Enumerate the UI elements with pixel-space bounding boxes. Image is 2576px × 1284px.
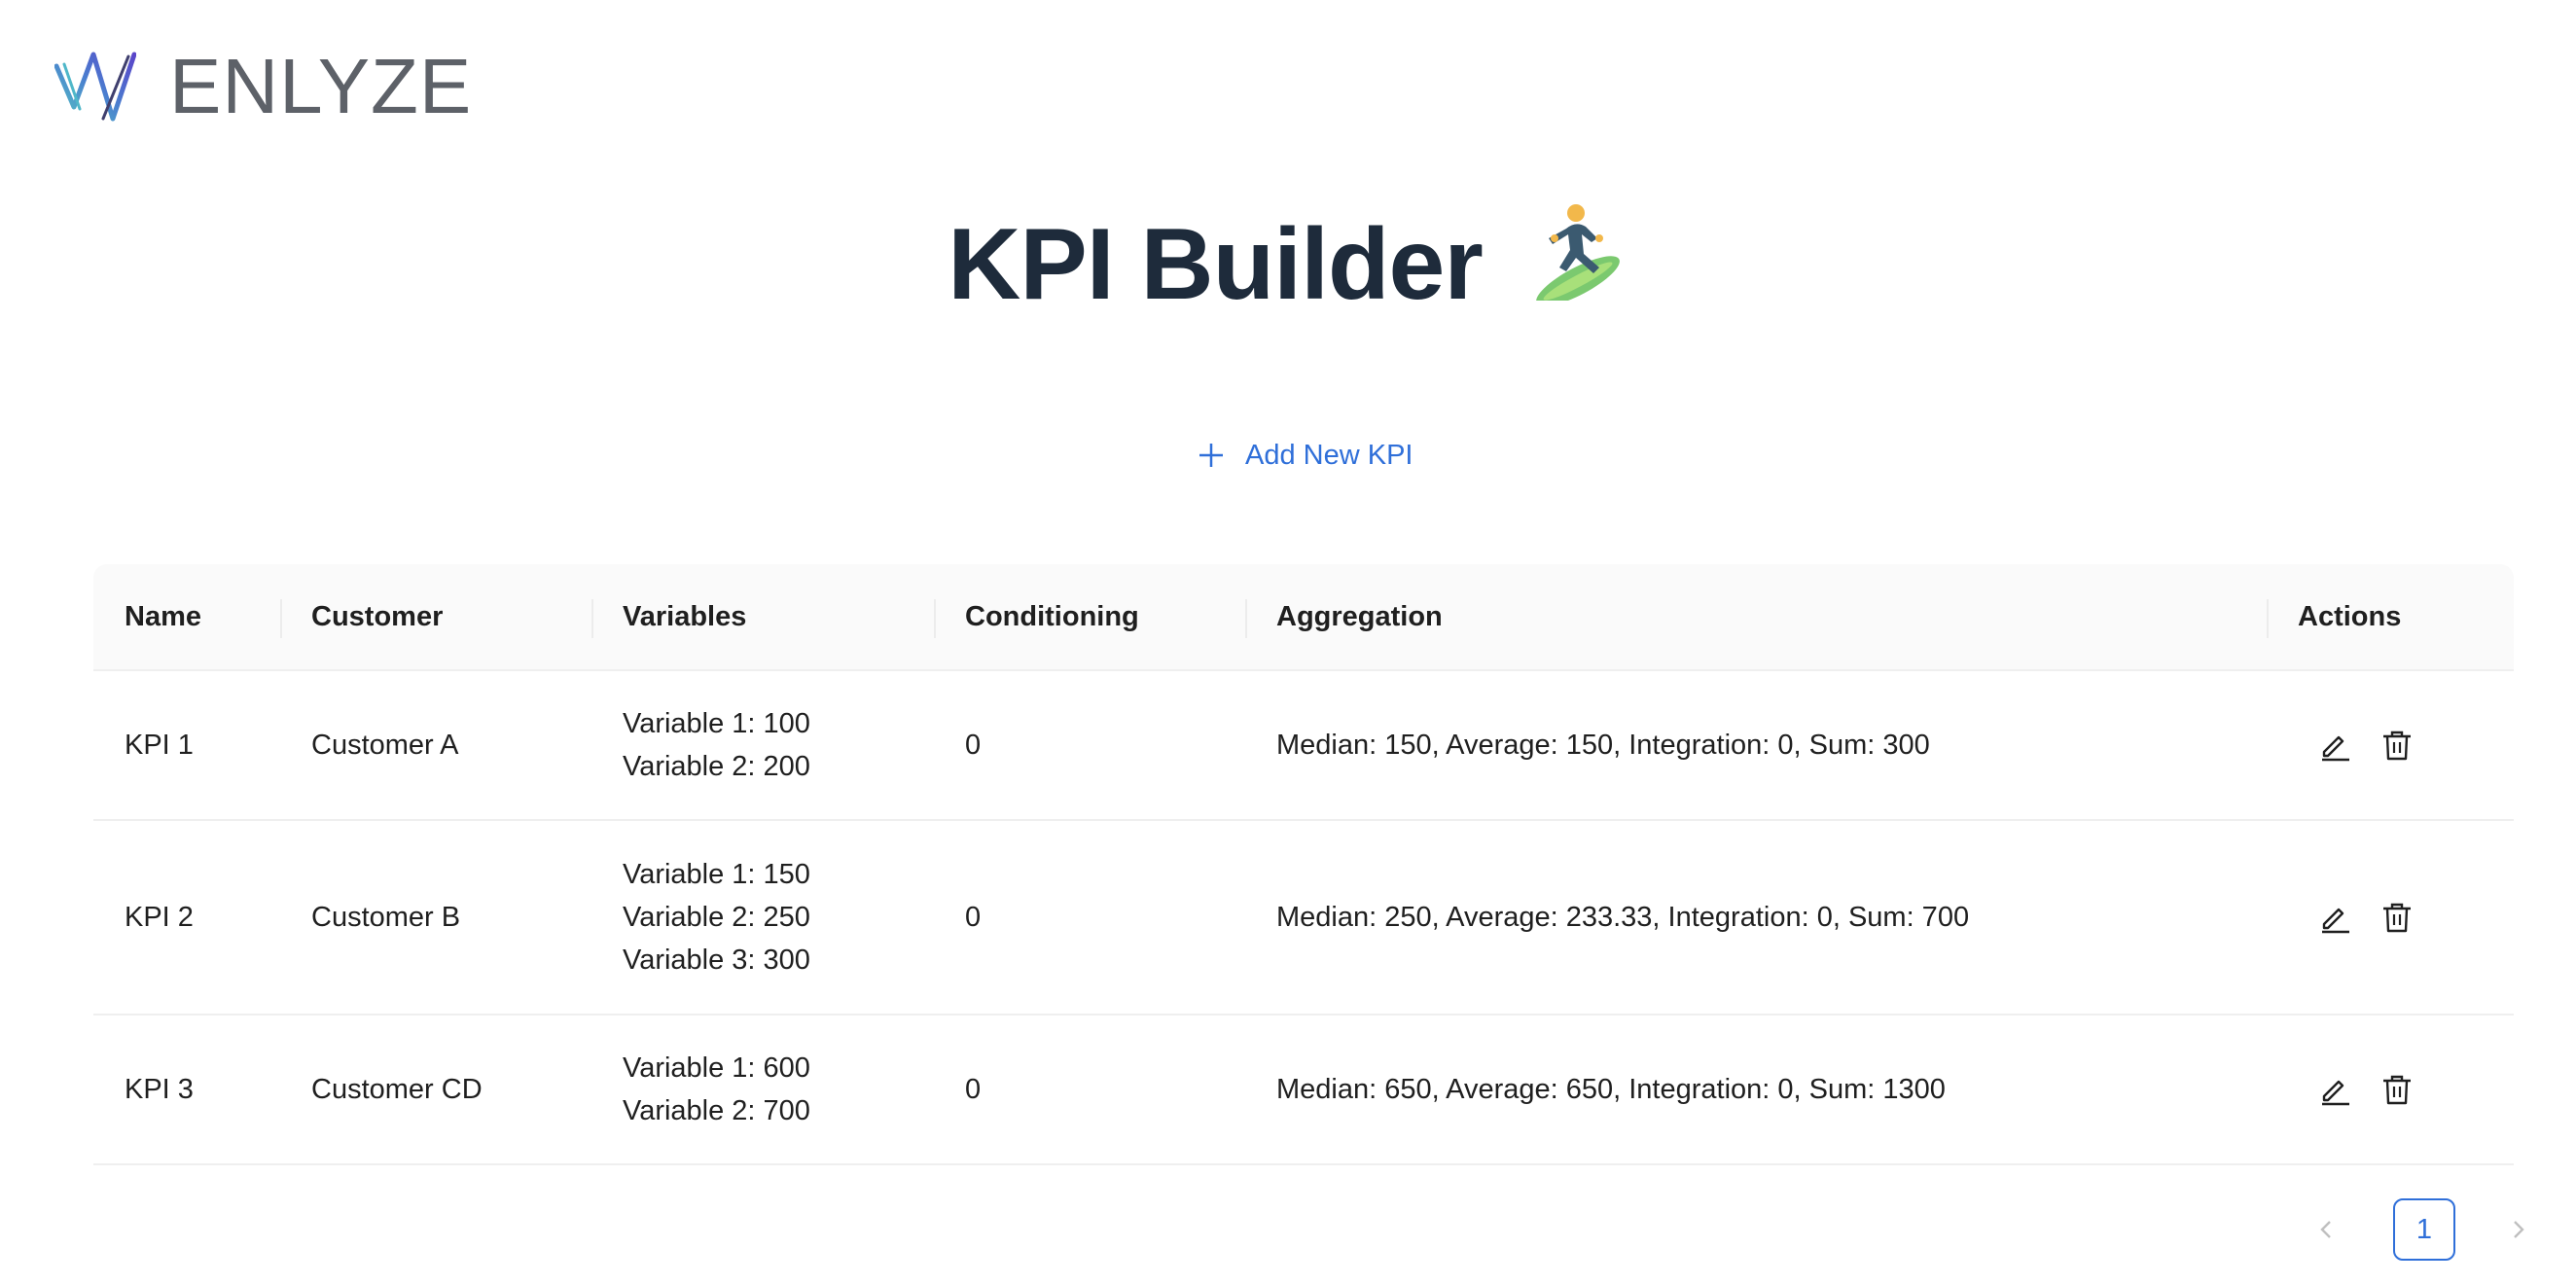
pencil-icon bbox=[2322, 735, 2349, 762]
table-row: KPI 3 Customer CD Variable 1: 600 Variab… bbox=[93, 1016, 2514, 1165]
trash-icon bbox=[2383, 1075, 2411, 1105]
next-page-button[interactable] bbox=[2487, 1198, 2549, 1261]
kpi-table: Name Customer Variables Conditioning Agg… bbox=[93, 564, 2514, 1165]
plus-icon bbox=[1199, 444, 1223, 467]
kpi-aggregation: Median: 150, Average: 150, Integration: … bbox=[1276, 730, 1930, 761]
pencil-icon bbox=[2322, 908, 2349, 934]
delete-button[interactable] bbox=[2376, 724, 2418, 767]
surfer-icon bbox=[1527, 199, 1628, 327]
kpi-name: KPI 1 bbox=[125, 730, 194, 761]
kpi-variables: Variable 1: 600 Variable 2: 700 bbox=[591, 1047, 934, 1132]
trash-icon bbox=[2383, 731, 2411, 761]
kpi-aggregation: Median: 250, Average: 233.33, Integratio… bbox=[1276, 902, 1970, 933]
page-title: KPI Builder bbox=[0, 204, 2576, 327]
table-row: KPI 2 Customer B Variable 1: 150 Variabl… bbox=[93, 821, 2514, 1016]
kpi-customer: Customer A bbox=[311, 730, 459, 761]
kpi-variables: Variable 1: 150 Variable 2: 250 Variable… bbox=[591, 853, 934, 981]
add-new-kpi-button[interactable]: Add New KPI bbox=[1187, 430, 1422, 481]
variable-value: Variable 1: 600 bbox=[623, 1052, 810, 1084]
row-actions bbox=[2267, 896, 2514, 939]
kpi-aggregation: Median: 650, Average: 650, Integration: … bbox=[1276, 1074, 1946, 1105]
brand-logo[interactable]: ENLYZE bbox=[54, 43, 473, 129]
edit-button[interactable] bbox=[2313, 724, 2356, 767]
variable-value: Variable 2: 250 bbox=[623, 902, 810, 933]
column-header-customer: Customer bbox=[280, 564, 591, 669]
variable-value: Variable 2: 700 bbox=[623, 1095, 810, 1126]
delete-button[interactable] bbox=[2376, 1068, 2418, 1111]
table-header: Name Customer Variables Conditioning Agg… bbox=[93, 564, 2514, 671]
kpi-name: KPI 2 bbox=[125, 902, 194, 933]
edit-button[interactable] bbox=[2313, 1068, 2356, 1111]
variable-value: Variable 1: 100 bbox=[623, 708, 810, 739]
column-header-conditioning: Conditioning bbox=[934, 564, 1245, 669]
pagination: 1 bbox=[2296, 1198, 2549, 1261]
trash-icon bbox=[2383, 903, 2411, 933]
kpi-name: KPI 3 bbox=[125, 1074, 194, 1105]
enlyze-logo-icon bbox=[54, 52, 136, 122]
chevron-left-icon bbox=[2320, 1221, 2331, 1238]
row-actions bbox=[2267, 724, 2514, 767]
column-header-variables: Variables bbox=[591, 564, 934, 669]
variable-value: Variable 2: 200 bbox=[623, 751, 810, 782]
chevron-right-icon bbox=[2514, 1221, 2524, 1238]
previous-page-button[interactable] bbox=[2296, 1198, 2358, 1261]
delete-button[interactable] bbox=[2376, 896, 2418, 939]
table-row: KPI 1 Customer A Variable 1: 100 Variabl… bbox=[93, 671, 2514, 821]
kpi-customer: Customer CD bbox=[311, 1074, 483, 1105]
add-new-kpi-label: Add New KPI bbox=[1245, 439, 1413, 471]
column-header-name: Name bbox=[125, 600, 201, 632]
kpi-variables: Variable 1: 100 Variable 2: 200 bbox=[591, 702, 934, 788]
variable-value: Variable 3: 300 bbox=[623, 945, 810, 976]
kpi-conditioning: 0 bbox=[965, 902, 982, 933]
kpi-conditioning: 0 bbox=[965, 730, 982, 761]
pencil-icon bbox=[2322, 1080, 2349, 1106]
row-actions bbox=[2267, 1068, 2514, 1111]
variable-value: Variable 1: 150 bbox=[623, 859, 810, 890]
page-title-text: KPI Builder bbox=[948, 208, 1484, 321]
column-header-actions: Actions bbox=[2267, 564, 2514, 669]
kpi-customer: Customer B bbox=[311, 902, 461, 933]
kpi-conditioning: 0 bbox=[965, 1074, 982, 1105]
brand-name: ENLYZE bbox=[169, 43, 473, 129]
page-number-current[interactable]: 1 bbox=[2393, 1198, 2455, 1261]
column-header-aggregation: Aggregation bbox=[1245, 564, 2267, 669]
edit-button[interactable] bbox=[2313, 896, 2356, 939]
